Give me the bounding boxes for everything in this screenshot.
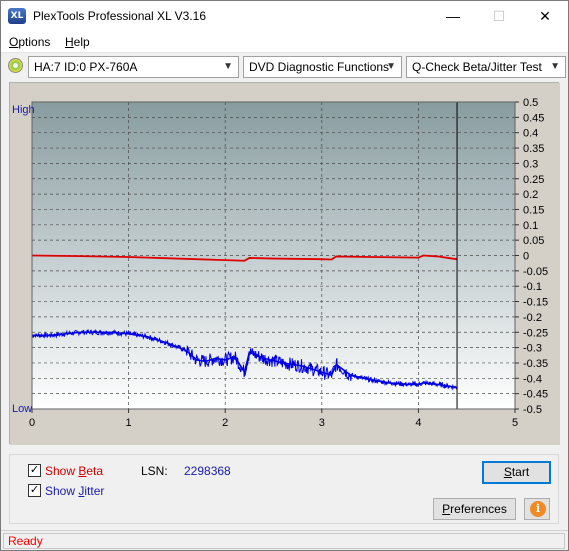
show-jitter-checkbox[interactable]: ✓ bbox=[28, 484, 41, 497]
chevron-down-icon: ▼ bbox=[223, 61, 233, 72]
x-tick-label: 0 bbox=[29, 417, 35, 429]
y-tick-label: 0.4 bbox=[523, 128, 538, 140]
test-select-value: Q-Check Beta/Jitter Test bbox=[412, 60, 542, 74]
x-tick-label: 4 bbox=[415, 417, 421, 429]
chevron-down-icon: ▼ bbox=[386, 61, 396, 72]
x-tick-label: 5 bbox=[512, 417, 518, 429]
y-tick-label: 0.05 bbox=[523, 235, 544, 247]
y-tick-label: -0.45 bbox=[523, 389, 548, 401]
y-tick-label: 0.2 bbox=[523, 189, 538, 201]
chevron-down-icon: ▼ bbox=[550, 61, 560, 72]
show-jitter-label[interactable]: Show Jitter bbox=[45, 484, 104, 498]
high-label: High bbox=[12, 104, 35, 116]
info-button[interactable]: i bbox=[524, 498, 550, 520]
maximize-button[interactable]: ☐ bbox=[476, 1, 522, 31]
y-tick-label: 0.1 bbox=[523, 220, 538, 232]
lsn-label: LSN: bbox=[141, 464, 168, 478]
title-bar[interactable]: XL PlexTools Professional XL V3.16 — ☐ ✕ bbox=[1, 1, 568, 31]
disc-drive-icon bbox=[8, 58, 23, 73]
y-tick-label: 0.25 bbox=[523, 174, 544, 186]
app-window: XL PlexTools Professional XL V3.16 — ☐ ✕… bbox=[0, 0, 569, 551]
minimize-button[interactable]: — bbox=[430, 1, 476, 31]
function-select-value: DVD Diagnostic Functions bbox=[249, 60, 390, 74]
status-text: Ready bbox=[3, 533, 565, 549]
x-tick-label: 1 bbox=[126, 417, 132, 429]
y-tick-label: -0.2 bbox=[523, 312, 542, 324]
drive-select[interactable]: HA:7 ID:0 PX-760A ▼ bbox=[28, 56, 239, 78]
y-tick-label: -0.05 bbox=[523, 266, 548, 278]
menu-options[interactable]: Options bbox=[9, 35, 50, 49]
function-select[interactable]: DVD Diagnostic Functions ▼ bbox=[243, 56, 402, 78]
preferences-button[interactable]: Preferences bbox=[433, 498, 516, 520]
y-tick-label: 0 bbox=[523, 251, 529, 263]
drive-select-value: HA:7 ID:0 PX-760A bbox=[34, 60, 138, 74]
window-title: PlexTools Professional XL V3.16 bbox=[33, 9, 206, 23]
status-bar: Ready bbox=[1, 530, 568, 550]
y-tick-label: -0.5 bbox=[523, 404, 542, 416]
test-select[interactable]: Q-Check Beta/Jitter Test ▼ bbox=[406, 56, 566, 78]
menu-bar: Options Help bbox=[1, 31, 568, 53]
y-tick-label: 0.45 bbox=[523, 112, 544, 124]
beta-jitter-chart: High Low 0 1 2 3 4 5 0.5 0.45 0.4 0.35 0.3 0.25 0.2… bbox=[10, 83, 560, 445]
y-tick-label: -0.3 bbox=[523, 343, 542, 355]
y-tick-label: -0.4 bbox=[523, 373, 542, 385]
info-icon: i bbox=[530, 501, 546, 517]
menu-help[interactable]: Help bbox=[65, 35, 90, 49]
y-tick-label: -0.15 bbox=[523, 297, 548, 309]
grid-lines bbox=[32, 102, 515, 409]
chart-panel: High Low 0 1 2 3 4 5 0.5 0.45 0.4 0.35 0.3 0.25 0.2… bbox=[9, 82, 560, 445]
show-beta-checkbox[interactable]: ✓ bbox=[28, 464, 41, 477]
y-tick-label: 0.5 bbox=[523, 97, 538, 109]
x-tick-label: 2 bbox=[222, 417, 228, 429]
lsn-value: 2298368 bbox=[184, 464, 231, 478]
y-tick-label: -0.1 bbox=[523, 281, 542, 293]
low-label: Low bbox=[12, 403, 32, 415]
y-tick-label: -0.35 bbox=[523, 358, 548, 370]
y-tick-label: 0.15 bbox=[523, 204, 544, 216]
close-button[interactable]: ✕ bbox=[522, 1, 568, 31]
y-tick-label: -0.25 bbox=[523, 327, 548, 339]
show-beta-label[interactable]: Show Beta bbox=[45, 464, 103, 478]
start-button[interactable]: Start bbox=[482, 461, 551, 484]
y-tick-label: 0.3 bbox=[523, 158, 538, 170]
y-tick-label: 0.35 bbox=[523, 143, 544, 155]
x-tick-label: 3 bbox=[319, 417, 325, 429]
plextools-app-icon: XL bbox=[8, 8, 26, 24]
